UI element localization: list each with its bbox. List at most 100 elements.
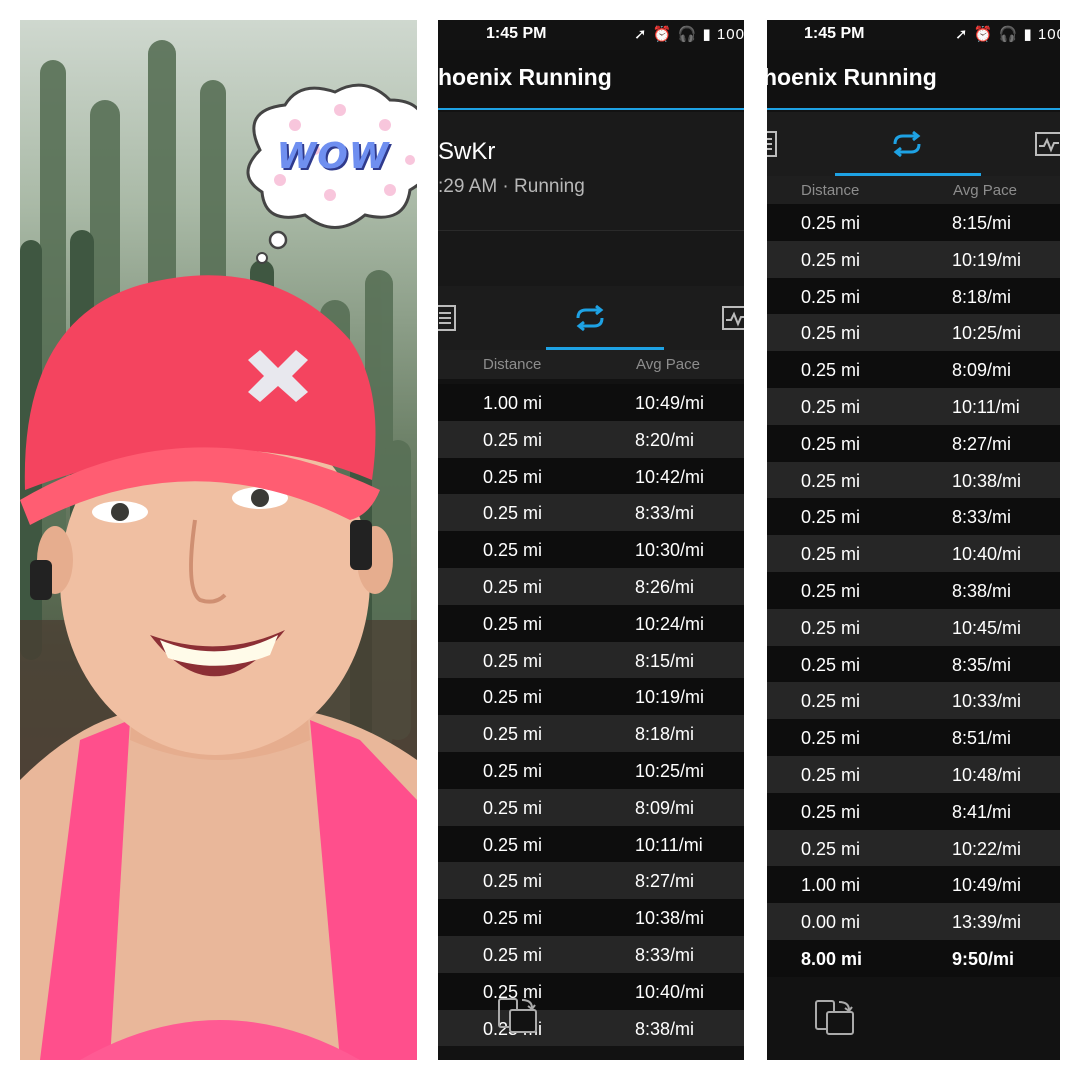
table-row[interactable]: 0.25 mi 8:18/mi <box>767 277 1060 315</box>
compare-devices-button[interactable] <box>813 998 857 1038</box>
table-row[interactable]: 0.25 mi 10:40/mi <box>438 972 744 1010</box>
alarm-icon: ⏰ <box>973 26 994 43</box>
lap-pace: 8:33/mi <box>635 944 695 965</box>
tab-summary[interactable] <box>438 286 476 350</box>
lap-distance: 0.25 mi <box>801 507 861 528</box>
table-row[interactable]: 0.25 mi 10:38/mi <box>767 461 1060 499</box>
status-bar: 1:45 PM ➚ ⏰ 🎧 ▮ 100 <box>767 20 1060 50</box>
lap-distance: 0.25 mi <box>801 213 861 233</box>
header-accent-line <box>767 108 1060 110</box>
table-row[interactable]: 0.25 mi 10:24/mi <box>438 604 744 642</box>
selfie-photo: WOW <box>20 20 417 1060</box>
lap-pace: 10:11/mi <box>635 834 703 855</box>
lap-pace: 10:49/mi <box>635 393 705 413</box>
table-row[interactable]: 0.25 mi 8:27/mi <box>767 424 1060 462</box>
compare-devices-button[interactable] <box>496 996 540 1036</box>
status-time: 1:45 PM <box>486 25 547 42</box>
sticker-text: WOW <box>276 136 390 177</box>
table-row[interactable]: 0.25 mi 10:19/mi <box>767 240 1060 278</box>
table-row[interactable]: 0.25 mi 10:38/mi <box>438 899 744 936</box>
table-row[interactable]: 0.25 mi 8:33/mi <box>438 494 744 532</box>
activity-name: SwKr <box>438 138 496 165</box>
table-row[interactable]: 0.25 mi 8:20/mi <box>438 420 744 458</box>
table-row[interactable]: 0.25 mi 10:42/mi <box>438 457 744 495</box>
table-row[interactable]: 0.25 mi 8:18/mi <box>438 715 744 752</box>
device-sync-icon <box>815 1000 854 1035</box>
table-row[interactable]: 0.25 mi 10:30/mi <box>438 531 744 568</box>
table-row[interactable]: 0.25 mi 10:22/mi <box>767 829 1060 867</box>
lap-pace: 8:26/mi <box>635 576 695 597</box>
tab-summary[interactable] <box>767 112 797 176</box>
lap-distance: 0.25 mi <box>801 249 861 270</box>
lap-pace: 8:20/mi <box>635 429 695 450</box>
battery-level: 100% <box>716 26 744 43</box>
activity-summary[interactable]: SwKr :29 AM · Running <box>438 112 744 230</box>
lap-pace: 10:42/mi <box>635 466 705 487</box>
tab-chart[interactable] <box>1019 112 1060 176</box>
table-row[interactable]: 0.25 mi 8:15/mi <box>767 204 1060 241</box>
summary-icon <box>767 131 777 157</box>
table-row[interactable]: 1.00 mi 10:49/mi <box>438 384 744 421</box>
status-bar: 1:45 PM ➚ ⏰ 🎧 ▮ 100% <box>438 20 744 50</box>
lap-pace: 10:22/mi <box>952 838 1022 859</box>
lap-pace: 10:33/mi <box>952 691 1022 712</box>
table-row[interactable]: 0.25 mi 8:27/mi <box>438 862 744 900</box>
table-row[interactable]: 0.25 mi 10:40/mi <box>767 535 1060 572</box>
table-row[interactable]: 0.25 mi 10:19/mi <box>438 678 744 716</box>
lap-pace: 10:49/mi <box>952 875 1022 896</box>
lap-pace: 8:35/mi <box>952 654 1012 675</box>
summary-icon <box>438 305 456 331</box>
table-row[interactable]: 0.25 mi 10:25/mi <box>767 314 1060 352</box>
phone-screenshot-left: 1:45 PM ➚ ⏰ 🎧 ▮ 100% hoenix Running SwKr… <box>438 20 744 1060</box>
table-row[interactable]: 0.25 mi 10:25/mi <box>438 751 744 789</box>
lap-distance: 0.25 mi <box>483 576 543 597</box>
table-row[interactable]: 0.25 mi 8:09/mi <box>767 351 1060 388</box>
table-row[interactable]: 0.25 mi8:38/mi <box>767 571 1060 609</box>
battery-icon: ▮ <box>702 26 712 43</box>
table-row[interactable]: 1.00 mi 10:49/mi <box>767 866 1060 904</box>
lap-pace: 8:27/mi <box>952 433 1012 454</box>
table-row[interactable]: 0.25 mi 8:26/mi <box>438 567 744 605</box>
lap-pace: 8:15/mi <box>635 650 695 671</box>
totals-row[interactable]: 8.00 mi 9:50/mi <box>767 939 1060 977</box>
table-row[interactable]: 0.25 mi 8:33/mi <box>438 935 744 973</box>
alarm-icon: ⏰ <box>652 26 673 43</box>
location-icon: ➚ <box>634 26 648 43</box>
lap-pace: 10:11/mi <box>952 396 1020 417</box>
table-row[interactable]: 0.25 mi 8:15/mi <box>438 641 744 679</box>
table-row[interactable]: 0.25 mi 8:41/mi <box>767 792 1060 830</box>
tab-bar <box>767 112 1060 176</box>
battery-level: 100 <box>1037 26 1060 43</box>
tab-laps[interactable] <box>560 286 620 350</box>
table-row[interactable]: 0.25 mi 10:11/mi <box>767 387 1060 425</box>
table-row[interactable]: 0.25 mi 10:33/mi <box>767 682 1060 720</box>
lap-distance: 1.00 mi <box>801 875 861 896</box>
table-row[interactable]: 0.25 mi 8:35/mi <box>767 645 1060 683</box>
laps-table: 0.25 mi 8:15/mi 0.25 mi 10:19/mi 0.25 mi 8:… <box>767 204 1060 977</box>
table-header: Distance Avg Pace <box>438 350 744 379</box>
lap-distance: 0.25 mi <box>483 540 543 561</box>
app-header: hoenix Running <box>767 50 1060 110</box>
column-distance: Distance <box>483 356 542 373</box>
lap-distance: 0.25 mi <box>801 323 861 344</box>
tab-laps[interactable] <box>877 112 937 176</box>
table-row[interactable]: 0.25 mi8:38/mi <box>438 1009 744 1047</box>
table-row[interactable]: 0.25 mi 8:33/mi <box>767 498 1060 536</box>
lap-pace: 8:51/mi <box>952 728 1012 749</box>
headphones-icon: 🎧 <box>998 26 1019 43</box>
table-row[interactable]: 0.25 mi 10:48/mi <box>767 755 1060 793</box>
laps-icon <box>893 130 921 158</box>
tab-bar <box>438 286 744 350</box>
table-row[interactable]: 0.00 mi 13:39/mi <box>767 903 1060 940</box>
lap-distance: 0.25 mi <box>801 728 861 749</box>
lap-distance: 0.25 mi <box>801 691 861 712</box>
column-avg-pace: Avg Pace <box>636 356 700 373</box>
device-sync-icon <box>498 998 537 1033</box>
table-row[interactable]: 0.25 mi 8:09/mi <box>438 788 744 826</box>
tab-chart[interactable] <box>706 286 744 350</box>
lap-distance: 0.25 mi <box>483 871 543 892</box>
lap-distance: 0.25 mi <box>483 944 543 965</box>
table-row[interactable]: 0.25 mi 10:11/mi <box>438 825 744 863</box>
table-row[interactable]: 0.25 mi 8:51/mi <box>767 719 1060 756</box>
table-row[interactable]: 0.25 mi 10:45/mi <box>767 608 1060 646</box>
